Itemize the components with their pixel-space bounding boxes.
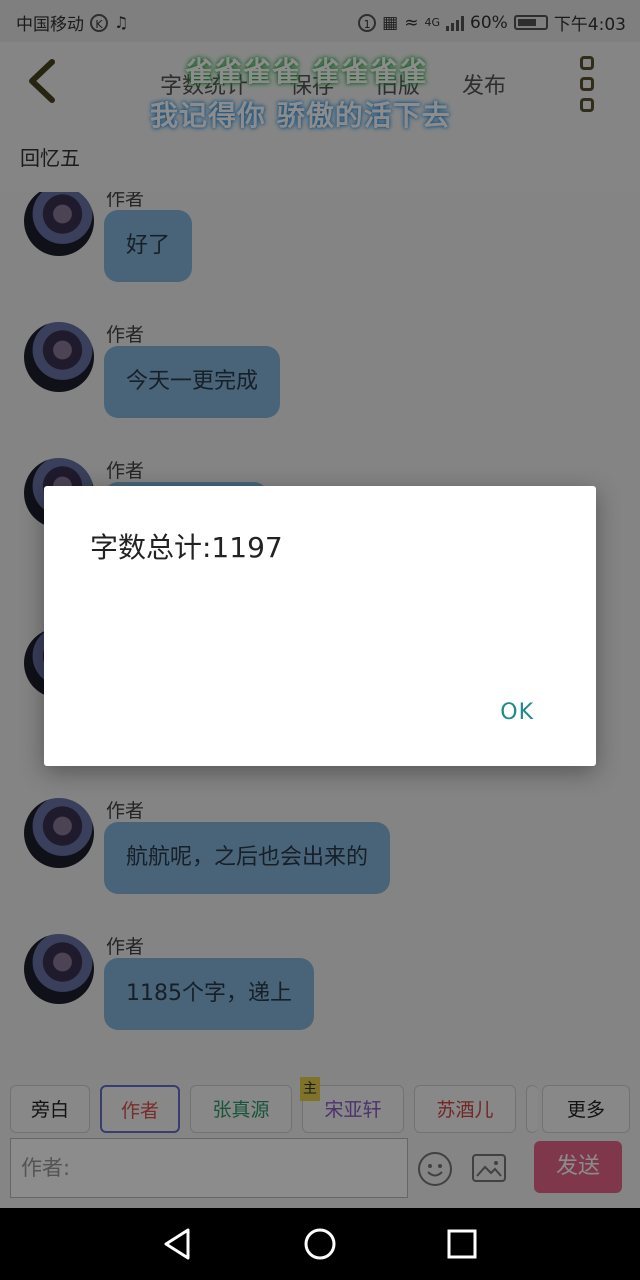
ok-button[interactable]: OK: [500, 700, 534, 725]
recents-square-icon[interactable]: [444, 1226, 480, 1262]
dialog-message: 字数总计:1197: [90, 531, 283, 564]
word-count-dialog: 字数总计:1197 OK: [44, 486, 596, 766]
system-nav-bar: [0, 1208, 640, 1280]
home-circle-icon[interactable]: [302, 1226, 338, 1262]
back-triangle-icon[interactable]: [160, 1226, 196, 1262]
